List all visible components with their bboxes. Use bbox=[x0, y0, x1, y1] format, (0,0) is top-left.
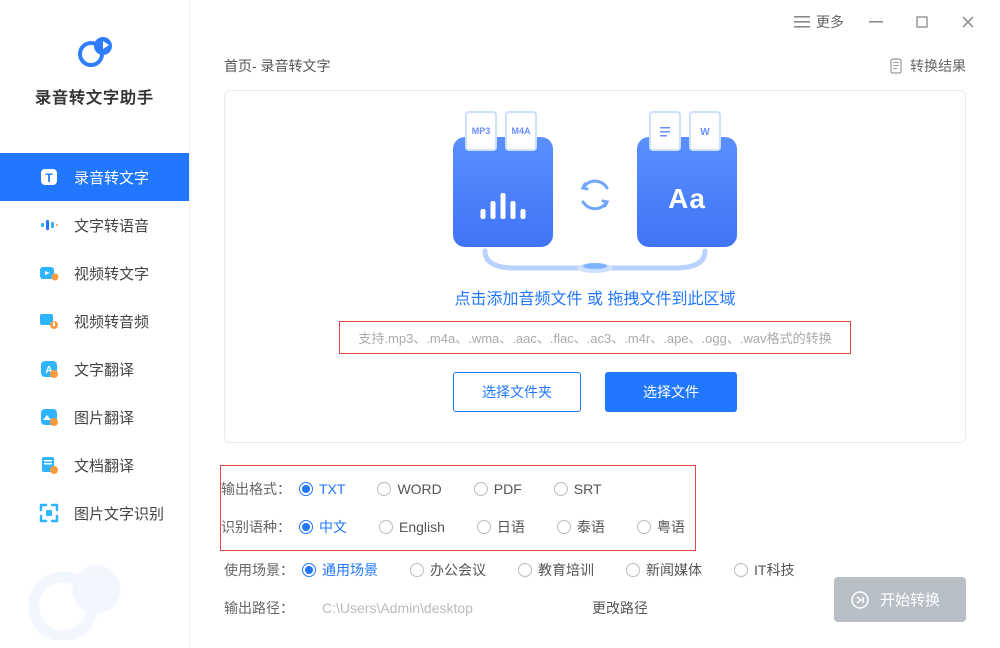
sidebar-item-doc-translate[interactable]: 文档翻译 bbox=[0, 441, 189, 489]
sidebar-item-label: 文字转语音 bbox=[74, 215, 149, 236]
output-format-row: 输出格式： TXT WORD PDF SRT bbox=[221, 470, 685, 508]
format-option-txt[interactable]: TXT bbox=[299, 481, 345, 497]
close-button[interactable] bbox=[954, 8, 982, 36]
swap-icon bbox=[574, 174, 616, 216]
close-icon bbox=[961, 15, 975, 29]
format-option-word[interactable]: WORD bbox=[377, 481, 441, 497]
video-audio-icon bbox=[38, 310, 60, 332]
svg-text:T: T bbox=[45, 171, 53, 185]
watermark-icon bbox=[8, 560, 158, 640]
change-path-link[interactable]: 更改路径 bbox=[592, 598, 648, 618]
m4a-badge-icon: M4A bbox=[505, 111, 537, 151]
maximize-button[interactable] bbox=[908, 8, 936, 36]
main-panel: 更多 首页- 录音转文字 转换结果 MP3 M4A bbox=[190, 0, 1000, 648]
minimize-button[interactable] bbox=[862, 8, 890, 36]
video-text-icon bbox=[38, 262, 60, 284]
sidebar-item-label: 文字翻译 bbox=[74, 359, 134, 380]
sidebar-item-label: 图片翻译 bbox=[74, 407, 134, 428]
text-icon: T bbox=[38, 166, 60, 188]
sidebar-item-text-to-speech[interactable]: 文字转语音 bbox=[0, 201, 189, 249]
mp3-badge-icon: MP3 bbox=[465, 111, 497, 151]
hamburger-icon bbox=[794, 15, 810, 29]
scene-option-it[interactable]: IT科技 bbox=[734, 560, 794, 580]
scene-option-news[interactable]: 新闻媒体 bbox=[626, 560, 702, 580]
sidebar-item-ocr[interactable]: 图片文字识别 bbox=[0, 489, 189, 537]
aa-text-icon: Aa bbox=[668, 183, 706, 215]
illustration: MP3 M4A W Aa bbox=[435, 127, 755, 267]
format-option-pdf[interactable]: PDF bbox=[474, 481, 522, 497]
lang-option-cantonese[interactable]: 粤语 bbox=[637, 517, 685, 537]
scene-option-meeting[interactable]: 办公会议 bbox=[410, 560, 486, 580]
sidebar-item-image-translate[interactable]: 图片翻译 bbox=[0, 393, 189, 441]
results-link[interactable]: 转换结果 bbox=[888, 56, 966, 76]
maximize-icon bbox=[916, 16, 928, 28]
language-row: 识别语种： 中文 English 日语 泰语 粤语 bbox=[221, 508, 685, 546]
doc-icon bbox=[649, 111, 681, 151]
svg-text:W: W bbox=[700, 127, 710, 138]
page-header: 首页- 录音转文字 转换结果 bbox=[190, 44, 1000, 90]
scene-option-education[interactable]: 教育培训 bbox=[518, 560, 594, 580]
supported-formats: 支持.mp3、.m4a、.wma、.aac、.flac、.ac3、.m4r、.a… bbox=[339, 321, 850, 354]
lang-option-thai[interactable]: 泰语 bbox=[557, 517, 605, 537]
document-icon bbox=[888, 58, 904, 74]
topbar: 更多 bbox=[190, 0, 1000, 44]
cable-icon bbox=[475, 243, 715, 273]
sidebar-item-video-to-text[interactable]: 视频转文字 bbox=[0, 249, 189, 297]
lang-option-english[interactable]: English bbox=[379, 519, 445, 535]
sidebar-item-label: 文档翻译 bbox=[74, 455, 134, 476]
drop-hint: 点击添加音频文件 或 拖拽文件到此区域 bbox=[265, 285, 925, 309]
logo-area: 录音转文字助手 bbox=[0, 0, 189, 123]
lang-option-japanese[interactable]: 日语 bbox=[477, 517, 525, 537]
doc-translate-icon bbox=[38, 454, 60, 476]
minimize-icon bbox=[869, 15, 883, 29]
sidebar: 录音转文字助手 T 录音转文字 文字转语音 视频转文字 视频转音频 A 文字翻译 bbox=[0, 0, 190, 648]
soundwave-icon bbox=[38, 214, 60, 236]
format-option-srt[interactable]: SRT bbox=[554, 481, 602, 497]
sidebar-item-audio-to-text[interactable]: T 录音转文字 bbox=[0, 153, 189, 201]
app-logo-icon bbox=[74, 30, 116, 72]
lang-option-chinese[interactable]: 中文 bbox=[299, 517, 347, 537]
nav-list: T 录音转文字 文字转语音 视频转文字 视频转音频 A 文字翻译 图片翻译 bbox=[0, 123, 189, 537]
image-translate-icon bbox=[38, 406, 60, 428]
convert-icon bbox=[850, 590, 870, 610]
sidebar-item-label: 录音转文字 bbox=[74, 167, 149, 188]
more-menu-button[interactable]: 更多 bbox=[794, 12, 844, 32]
drop-area[interactable]: MP3 M4A W Aa bbox=[224, 90, 966, 443]
output-path-value: C:\Users\Admin\desktop bbox=[322, 600, 542, 616]
sidebar-item-video-to-audio[interactable]: 视频转音频 bbox=[0, 297, 189, 345]
choose-file-button[interactable]: 选择文件 bbox=[605, 372, 737, 412]
sidebar-item-label: 图片文字识别 bbox=[74, 503, 164, 524]
breadcrumb: 首页- 录音转文字 bbox=[224, 56, 331, 76]
sidebar-item-label: 视频转音频 bbox=[74, 311, 149, 332]
choose-folder-button[interactable]: 选择文件夹 bbox=[453, 372, 581, 412]
translate-icon: A bbox=[38, 358, 60, 380]
sidebar-item-label: 视频转文字 bbox=[74, 263, 149, 284]
sidebar-item-text-translate[interactable]: A 文字翻译 bbox=[0, 345, 189, 393]
ocr-icon bbox=[38, 502, 60, 524]
word-icon: W bbox=[689, 111, 721, 151]
scene-option-general[interactable]: 通用场景 bbox=[302, 560, 378, 580]
start-convert-button[interactable]: 开始转换 bbox=[834, 577, 966, 622]
app-title: 录音转文字助手 bbox=[0, 84, 189, 108]
